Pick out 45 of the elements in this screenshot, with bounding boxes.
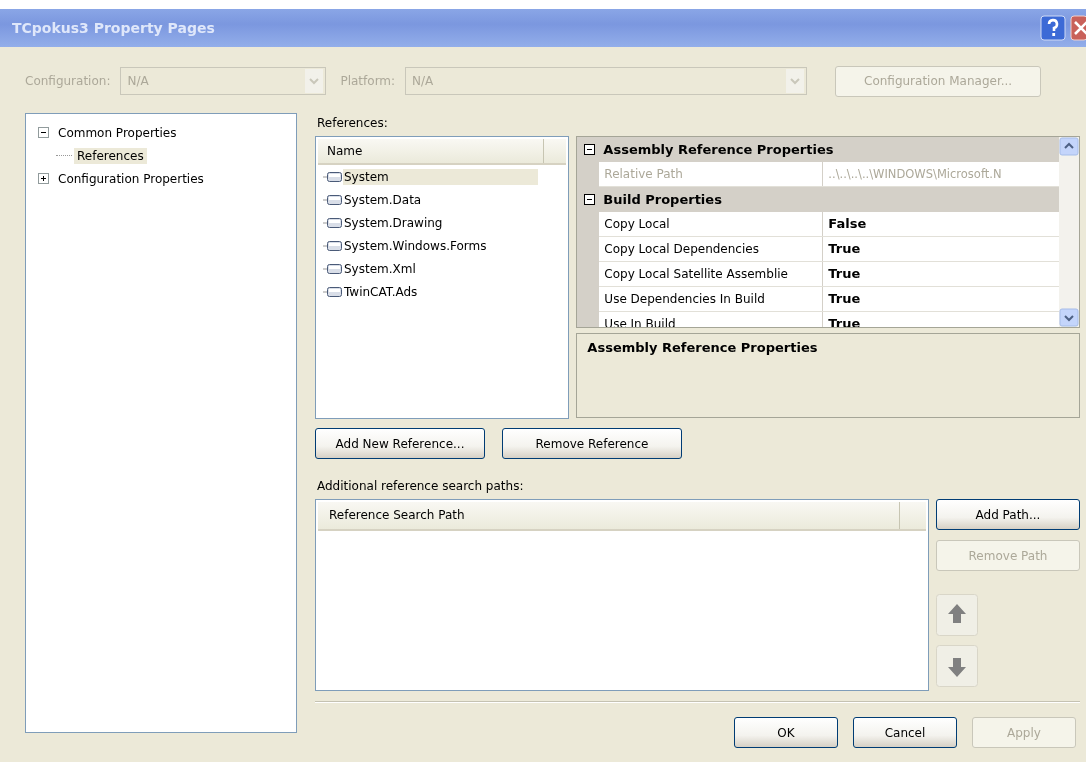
assembly-icon bbox=[323, 170, 343, 183]
list-item[interactable]: TwinCAT.Ads bbox=[343, 283, 422, 300]
scrollbar[interactable] bbox=[1059, 137, 1079, 327]
assembly-icon bbox=[323, 193, 343, 206]
property-name[interactable]: Copy Local bbox=[599, 212, 824, 236]
field-label: Platform: bbox=[340, 74, 396, 88]
property-name[interactable]: Copy Local Satellite Assemblie bbox=[599, 262, 824, 286]
section-label: References: bbox=[317, 115, 388, 132]
collapse-icon[interactable] bbox=[584, 194, 596, 205]
property-value[interactable]: True bbox=[823, 287, 1059, 311]
collapse-icon[interactable] bbox=[584, 144, 596, 155]
category-title: Build Properties bbox=[603, 192, 722, 207]
property-value[interactable]: True bbox=[823, 237, 1059, 261]
collapse-icon[interactable] bbox=[38, 127, 49, 138]
list-item[interactable]: System.Windows.Forms bbox=[343, 237, 491, 254]
assembly-icon bbox=[323, 216, 343, 229]
assembly-icon bbox=[323, 262, 343, 275]
category-title: Assembly Reference Properties bbox=[603, 142, 834, 157]
button[interactable]: Add New Reference... bbox=[315, 428, 485, 459]
list-item[interactable]: System.Data bbox=[343, 191, 426, 208]
close-icon[interactable] bbox=[1070, 15, 1086, 41]
button[interactable]: Add Path... bbox=[936, 499, 1080, 530]
scroll-down-icon[interactable] bbox=[1059, 308, 1079, 327]
property-name[interactable]: Copy Local Dependencies bbox=[599, 237, 824, 261]
description-panel: Assembly Reference Properties bbox=[576, 333, 1080, 418]
property-value[interactable]: True bbox=[823, 262, 1059, 286]
help-icon[interactable] bbox=[1040, 15, 1066, 41]
scroll-up-icon[interactable] bbox=[1059, 137, 1079, 156]
button[interactable]: Cancel bbox=[853, 717, 957, 748]
tree-item[interactable]: Configuration Properties bbox=[55, 170, 207, 187]
button[interactable]: OK bbox=[734, 717, 838, 748]
tree-item[interactable]: Common Properties bbox=[55, 124, 180, 141]
list-item[interactable]: System bbox=[343, 168, 538, 185]
list-item[interactable]: System.Xml bbox=[343, 260, 420, 277]
list-item[interactable]: System.Drawing bbox=[343, 214, 447, 231]
property-name[interactable]: Use Dependencies In Build bbox=[599, 287, 824, 311]
button[interactable]: Remove Reference bbox=[502, 428, 682, 459]
window-title: TCpokus3 Property Pages bbox=[12, 20, 216, 36]
tree-item[interactable]: References bbox=[74, 147, 147, 164]
field-label: Configuration: bbox=[25, 74, 111, 88]
assembly-icon bbox=[323, 239, 343, 252]
assembly-icon bbox=[323, 285, 343, 298]
property-value[interactable]: False bbox=[823, 212, 1059, 236]
section-label: Additional reference search paths: bbox=[317, 479, 524, 493]
expand-icon[interactable] bbox=[38, 173, 49, 184]
